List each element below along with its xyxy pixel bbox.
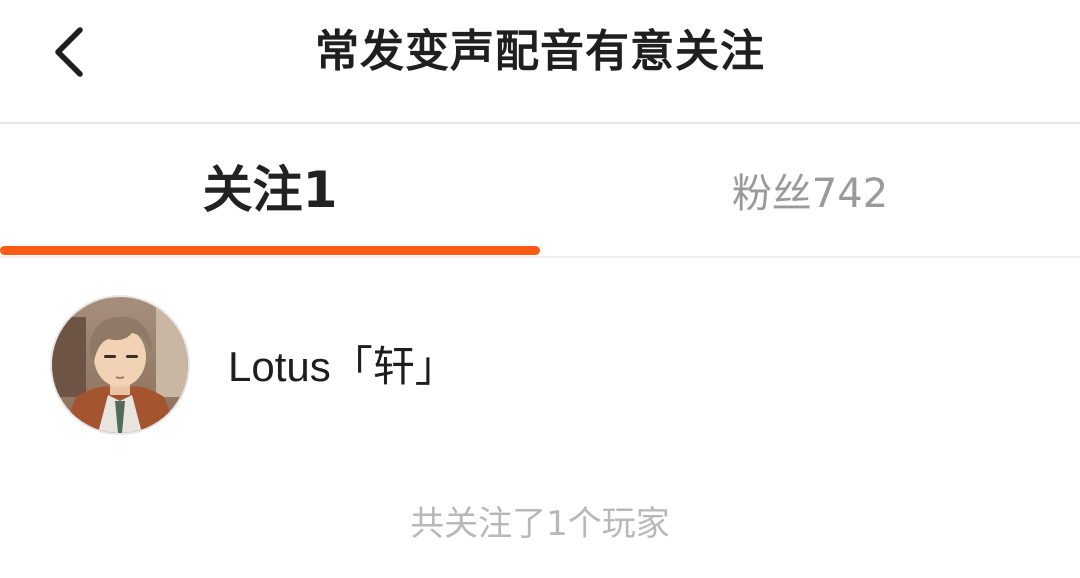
- tab-fans[interactable]: 粉丝742: [540, 124, 1080, 256]
- tab-following-label: 关注1: [202, 161, 338, 219]
- active-tab-indicator: [0, 246, 540, 255]
- follow-count-text: 共关注了1个玩家: [410, 504, 670, 544]
- tab-following[interactable]: 关注1: [0, 124, 540, 256]
- page-title: 常发变声配音有意关注: [315, 26, 765, 77]
- avatar[interactable]: [50, 295, 190, 435]
- user-name: Lotus「轩」: [228, 343, 457, 390]
- header-bar: 常发变声配音有意关注: [0, 0, 1080, 124]
- user-avatar-icon: [52, 297, 188, 433]
- list-item[interactable]: Lotus「轩」: [0, 290, 1080, 440]
- tab-fans-label: 粉丝742: [731, 171, 889, 217]
- tab-bar: 关注1 粉丝742: [0, 124, 1080, 258]
